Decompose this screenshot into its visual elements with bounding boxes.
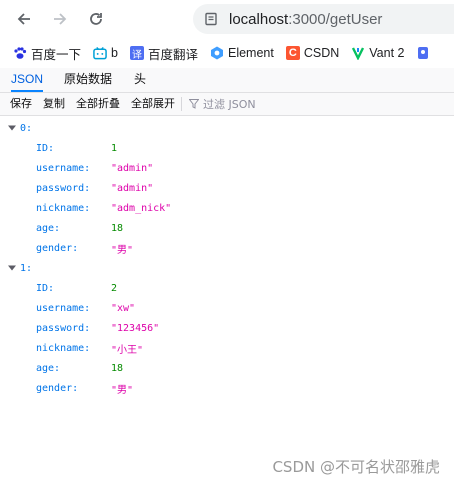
viewer-toolbar: 保存 复制 全部折叠 全部展开 过滤 JSON <box>0 93 454 116</box>
json-index: 1: <box>20 262 33 274</box>
json-key: ID: <box>36 282 55 294</box>
back-arrow-icon <box>17 13 30 25</box>
json-key: nickname: <box>36 202 91 214</box>
json-field-row[interactable]: nickname: "小王" <box>0 338 454 358</box>
expand-arrow-icon[interactable] <box>8 264 16 272</box>
json-object-row[interactable]: 1: <box>0 258 454 278</box>
json-field-row[interactable]: age: 18 <box>0 358 454 378</box>
json-key: nickname: <box>36 342 91 354</box>
json-value: "男" <box>111 384 134 396</box>
json-value: 18 <box>111 362 124 374</box>
json-field-row[interactable]: username: "xw" <box>0 298 454 318</box>
browser-toolbar: localhost:3000/getUser <box>0 0 454 38</box>
paw-icon <box>13 46 27 60</box>
json-index: 0: <box>20 122 33 134</box>
json-field-row[interactable]: ID: 2 <box>0 278 454 298</box>
json-key: age: <box>36 362 61 374</box>
json-value: 1 <box>111 142 118 154</box>
json-value: "xw" <box>111 302 136 314</box>
json-key: username: <box>36 162 91 174</box>
json-value: "男" <box>111 244 134 256</box>
json-field-row[interactable]: username: "admin" <box>0 158 454 178</box>
collapse-all-button[interactable]: 全部折叠 <box>76 93 120 115</box>
viewer-tabs: JSON 原始数据 头 <box>0 68 454 93</box>
json-key: username: <box>36 302 91 314</box>
json-field-row[interactable]: password: "admin" <box>0 178 454 198</box>
copy-button[interactable]: 复制 <box>43 93 65 115</box>
bookmark-bilibili[interactable]: b <box>93 46 118 60</box>
json-key: age: <box>36 222 61 234</box>
forward-button[interactable] <box>49 8 71 30</box>
watermark: CSDN @不可名状邵雅虎 <box>272 458 440 476</box>
json-value: "admin" <box>111 182 154 194</box>
json-value: "小王" <box>111 344 144 356</box>
reload-icon <box>90 13 102 25</box>
json-field-row[interactable]: ID: 1 <box>0 138 454 158</box>
json-field-row[interactable]: age: 18 <box>0 218 454 238</box>
json-key: password: <box>36 182 91 194</box>
json-key: ID: <box>36 142 55 154</box>
json-field-row[interactable]: gender: "男" <box>0 378 454 398</box>
bookmark-csdn[interactable]: C CSDN <box>285 46 339 60</box>
bookmark-element[interactable]: Element <box>210 46 274 60</box>
csdn-icon: C <box>285 46 300 60</box>
expand-all-button[interactable]: 全部展开 <box>131 93 175 115</box>
page-info-icon[interactable] <box>204 12 218 26</box>
url-text[interactable]: localhost:3000/getUser <box>229 11 382 28</box>
bookmark-vant[interactable]: Vant 2 <box>351 46 404 60</box>
json-field-row[interactable]: gender: "男" <box>0 238 454 258</box>
bookmark-icon <box>416 46 430 60</box>
json-value: "123456" <box>111 322 160 334</box>
element-icon <box>210 46 224 60</box>
json-object-row[interactable]: 0: <box>0 118 454 138</box>
bookmarks-bar: 百度一下 b 译 百度翻译 Element C CSDN Vant 2 <box>0 40 454 66</box>
address-bar[interactable]: localhost:3000/getUser <box>193 4 454 34</box>
bookmark-baidu-translate[interactable]: 译 百度翻译 <box>129 44 198 63</box>
json-value: 2 <box>111 282 118 294</box>
json-value: 18 <box>111 222 124 234</box>
json-field-row[interactable]: nickname: "adm_nick" <box>0 198 454 218</box>
filter-json-input[interactable]: 过滤 JSON <box>189 93 256 115</box>
bilibili-icon <box>93 46 107 60</box>
back-button[interactable] <box>13 8 35 30</box>
json-key: password: <box>36 322 91 334</box>
json-key: gender: <box>36 382 79 394</box>
tab-json[interactable]: JSON <box>11 68 44 92</box>
json-key: gender: <box>36 242 79 254</box>
reload-button[interactable] <box>85 8 107 30</box>
expand-arrow-icon[interactable] <box>8 124 16 132</box>
translate-icon: 译 <box>129 46 144 61</box>
tab-raw-data[interactable]: 原始数据 <box>64 68 112 92</box>
json-value: "admin" <box>111 162 154 174</box>
vant-icon <box>351 46 365 60</box>
toolbar-divider <box>181 97 182 111</box>
json-value: "adm_nick" <box>111 202 172 214</box>
filter-icon <box>189 99 199 109</box>
tab-headers[interactable]: 头 <box>134 68 146 92</box>
json-field-row[interactable]: password: "123456" <box>0 318 454 338</box>
forward-arrow-icon <box>54 13 67 25</box>
bookmark-overflow[interactable] <box>416 46 434 60</box>
save-button[interactable]: 保存 <box>10 93 32 115</box>
bookmark-baidu[interactable]: 百度一下 <box>13 44 81 63</box>
